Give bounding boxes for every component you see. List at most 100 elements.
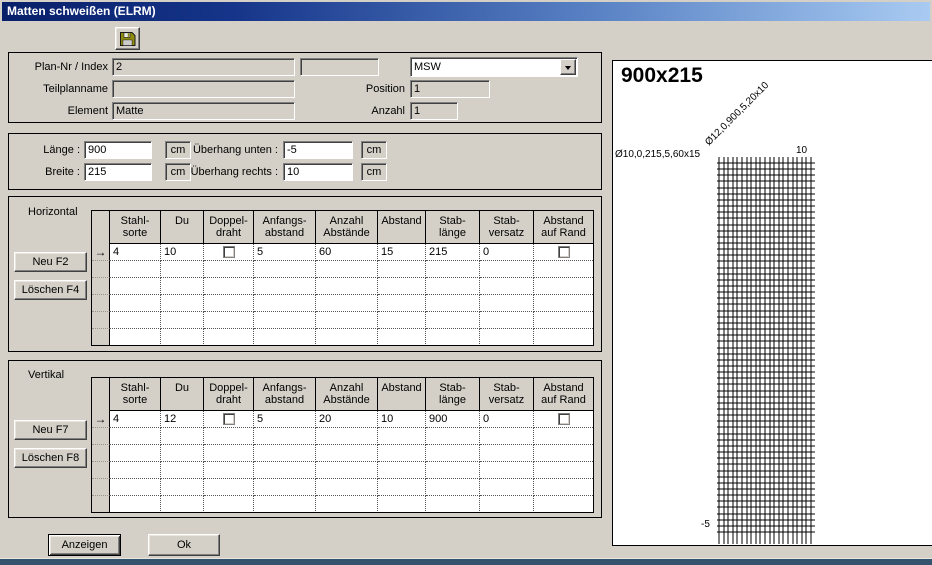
grid-cell[interactable]	[110, 261, 161, 278]
grid-cell[interactable]: 5	[254, 244, 316, 261]
grid-cell[interactable]	[378, 312, 426, 329]
grid-cell[interactable]	[534, 462, 593, 479]
grid-cell[interactable]	[161, 496, 204, 513]
abstand-auf-rand-checkbox[interactable]	[558, 246, 570, 258]
grid-cell[interactable]	[534, 496, 593, 513]
doppeldraht-checkbox[interactable]	[223, 413, 235, 425]
grid-cell[interactable]	[254, 496, 316, 513]
grid-cell[interactable]	[110, 295, 161, 312]
grid-cell[interactable]	[204, 496, 254, 513]
grid-cell[interactable]	[110, 329, 161, 346]
grid-cell[interactable]	[110, 312, 161, 329]
grid-cell[interactable]	[254, 261, 316, 278]
grid-cell[interactable]	[378, 329, 426, 346]
row-selector[interactable]	[92, 295, 110, 312]
grid-cell[interactable]: 20	[316, 411, 378, 428]
grid-cell[interactable]: 4	[110, 411, 161, 428]
anzeigen-button[interactable]: Anzeigen	[48, 534, 121, 556]
breite-input[interactable]	[84, 163, 152, 181]
grid-cell[interactable]	[480, 261, 534, 278]
grid-cell[interactable]	[254, 312, 316, 329]
grid-cell[interactable]	[378, 278, 426, 295]
grid-cell[interactable]	[254, 278, 316, 295]
grid-cell[interactable]	[378, 479, 426, 496]
grid-cell[interactable]: 215	[426, 244, 480, 261]
grid-cell[interactable]	[534, 261, 593, 278]
grid-cell[interactable]	[426, 462, 480, 479]
grid-cell[interactable]	[161, 278, 204, 295]
grid-cell[interactable]	[204, 278, 254, 295]
abstand-auf-rand-checkbox[interactable]	[558, 413, 570, 425]
row-selector[interactable]	[92, 496, 110, 513]
grid-cell[interactable]	[110, 496, 161, 513]
grid-cell[interactable]	[480, 312, 534, 329]
grid-cell[interactable]: 5	[254, 411, 316, 428]
grid-cell[interactable]	[426, 278, 480, 295]
grid-cell[interactable]	[426, 479, 480, 496]
row-selector[interactable]	[92, 428, 110, 445]
grid-cell[interactable]	[534, 278, 593, 295]
grid-cell[interactable]	[534, 445, 593, 462]
grid-cell[interactable]	[161, 261, 204, 278]
grid-cell[interactable]	[161, 295, 204, 312]
grid-cell[interactable]	[254, 295, 316, 312]
grid-cell[interactable]	[534, 479, 593, 496]
grid-cell[interactable]: 10	[378, 411, 426, 428]
ueberhang-unten-input[interactable]	[283, 141, 353, 159]
grid-cell[interactable]	[534, 295, 593, 312]
grid-cell[interactable]	[204, 329, 254, 346]
dropdown-arrow-icon[interactable]	[560, 59, 576, 75]
row-selector[interactable]	[92, 479, 110, 496]
row-selector[interactable]	[92, 445, 110, 462]
grid-cell[interactable]	[254, 479, 316, 496]
grid-cell[interactable]	[534, 428, 593, 445]
grid-cell[interactable]: 900	[426, 411, 480, 428]
grid-cell[interactable]	[426, 496, 480, 513]
row-selector[interactable]	[92, 462, 110, 479]
doppeldraht-checkbox[interactable]	[223, 246, 235, 258]
grid-cell[interactable]: 10	[161, 244, 204, 261]
grid-cell[interactable]	[316, 295, 378, 312]
ueberhang-rechts-input[interactable]	[283, 163, 353, 181]
grid-cell[interactable]	[161, 479, 204, 496]
grid-cell[interactable]	[161, 329, 204, 346]
neu-f2-button[interactable]: Neu F2	[14, 252, 87, 272]
grid-cell[interactable]: 0	[480, 244, 534, 261]
loeschen-f8-button[interactable]: Löschen F8	[14, 448, 87, 468]
grid-cell[interactable]	[204, 445, 254, 462]
grid-cell[interactable]	[110, 479, 161, 496]
grid-cell[interactable]	[204, 261, 254, 278]
grid-cell[interactable]: 60	[316, 244, 378, 261]
save-button[interactable]	[115, 27, 140, 50]
grid-cell[interactable]	[110, 462, 161, 479]
grid-cell[interactable]	[316, 496, 378, 513]
grid-cell[interactable]	[254, 462, 316, 479]
laenge-input[interactable]	[84, 141, 152, 159]
grid-cell[interactable]	[316, 462, 378, 479]
grid-cell[interactable]	[316, 261, 378, 278]
grid-cell[interactable]	[110, 278, 161, 295]
grid-cell[interactable]	[480, 445, 534, 462]
grid-cell[interactable]	[316, 278, 378, 295]
grid-cell[interactable]	[204, 462, 254, 479]
grid-cell[interactable]	[204, 411, 254, 428]
title-bar[interactable]: Matten schweißen (ELRM)	[2, 2, 930, 21]
grid-cell[interactable]	[204, 479, 254, 496]
row-selector[interactable]: →	[92, 244, 110, 261]
grid-cell[interactable]	[378, 261, 426, 278]
grid-cell[interactable]	[426, 428, 480, 445]
grid-cell[interactable]	[378, 428, 426, 445]
grid-cell[interactable]	[534, 411, 593, 428]
grid-cell[interactable]	[204, 244, 254, 261]
grid-cell[interactable]	[204, 312, 254, 329]
grid-cell[interactable]	[378, 445, 426, 462]
grid-cell[interactable]	[480, 462, 534, 479]
ok-button[interactable]: Ok	[148, 534, 220, 556]
grid-cell[interactable]	[534, 329, 593, 346]
grid-cell[interactable]: 0	[480, 411, 534, 428]
grid-cell[interactable]: 4	[110, 244, 161, 261]
grid-cell[interactable]	[110, 445, 161, 462]
row-selector[interactable]	[92, 278, 110, 295]
grid-cell[interactable]	[254, 428, 316, 445]
grid-cell[interactable]	[378, 295, 426, 312]
